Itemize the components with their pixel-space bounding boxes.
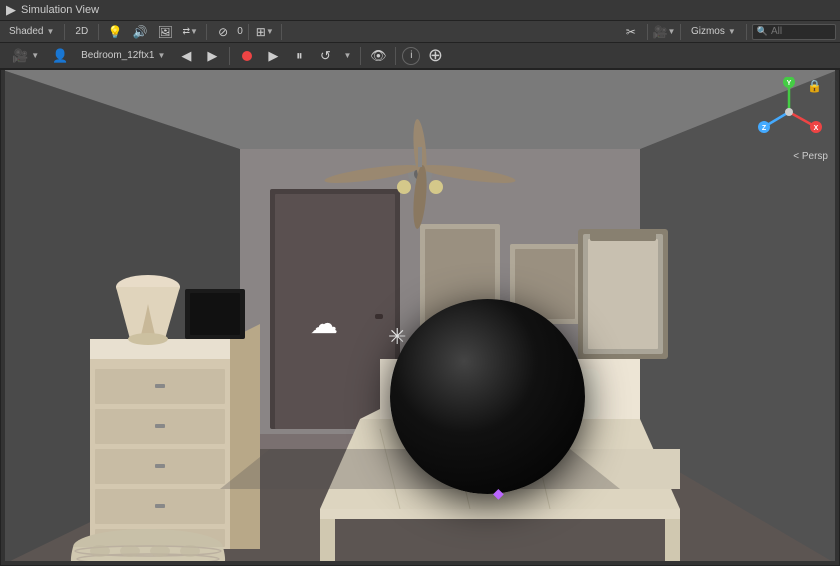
scene-name-label: Bedroom_12ftx1 — [81, 50, 154, 61]
gizmo-svg: Y X Z — [754, 77, 824, 147]
search-icon: 🔍 — [757, 26, 768, 37]
lighting-icon[interactable]: 💡 — [104, 23, 126, 41]
toolbar-sep-7 — [680, 24, 681, 40]
scene-dropdown[interactable]: Bedroom_12ftx1 ▼ — [75, 46, 171, 66]
playbar: 🎥 ▼ 👤 Bedroom_12ftx1 ▼ ◀ ▶ ▶ ⏸ ↺ ▼ 👁 i ⊕ — [0, 43, 840, 69]
toolbar-sep-6 — [647, 24, 648, 40]
svg-text:Z: Z — [762, 125, 767, 132]
scene-arrow-icon: ▼ — [158, 51, 166, 60]
gizmos-arrow-icon: ▼ — [728, 27, 736, 36]
gizmos-label: Gizmos — [691, 26, 725, 37]
orientation-gizmo[interactable]: Y X Z — [754, 77, 824, 147]
viewport: ☁ ✳ ◆ 🔒 Y X Z < Persp — [0, 69, 840, 566]
search-box[interactable]: 🔍 — [752, 24, 836, 40]
window-title: Simulation View — [21, 4, 99, 16]
visibility-btn[interactable]: 👁 — [367, 46, 389, 66]
toolbar-sep-3 — [206, 24, 207, 40]
gizmos-dropdown[interactable]: Gizmos ▼ — [686, 23, 741, 41]
pause-btn[interactable]: ⏸ — [288, 46, 310, 66]
record-btn[interactable] — [236, 46, 258, 66]
cloud-scene-icon: ☁ — [310, 307, 338, 340]
search-input[interactable] — [771, 26, 831, 37]
toolbar-sep-1 — [64, 24, 65, 40]
playbar-sep-2 — [360, 47, 361, 65]
play-btn[interactable]: ▶ — [262, 46, 284, 66]
camera-view-icon: 🎥 — [12, 48, 28, 64]
scene-svg — [0, 69, 840, 566]
avatar-icon-btn[interactable]: 👤 — [49, 46, 71, 66]
selection-diamond-icon: ◆ — [493, 485, 504, 502]
prev-scene-btn[interactable]: ◀ — [175, 46, 197, 66]
hidden-objects-icon[interactable]: ⊘ — [212, 23, 234, 41]
svg-text:X: X — [814, 125, 819, 132]
audio-icon[interactable]: 🔊 — [129, 23, 151, 41]
info-btn[interactable]: i — [402, 47, 420, 65]
camera-view-dropdown[interactable]: 🎥 ▼ — [6, 46, 45, 66]
playbar-sep-3 — [395, 47, 396, 65]
shading-label: Shaded — [9, 26, 43, 37]
add-gizmo-btn[interactable]: ⊕ — [424, 46, 446, 66]
camera-view-arrow: ▼ — [31, 51, 39, 60]
toolbar-sep-8 — [746, 24, 747, 40]
toolbar-sep-2 — [98, 24, 99, 40]
playback-dropdown-arrow[interactable]: ▼ — [340, 46, 354, 66]
camera-dropdown[interactable]: 🎥▼ — [653, 23, 675, 41]
avatar-icon: 👤 — [52, 48, 68, 64]
grid-dropdown[interactable]: ⊞▼ — [254, 23, 276, 41]
toolbar-sep-4 — [248, 24, 249, 40]
top-toolbar: Shaded ▼ 2D 💡 🔊 🖼 ⇄▼ ⊘ 0 ⊞▼ ✂ 🎥▼ Gizmos … — [0, 21, 840, 43]
transform-icon[interactable]: ✂ — [620, 23, 642, 41]
effects-icon[interactable]: 🖼 — [154, 23, 176, 41]
next-scene-btn[interactable]: ▶ — [201, 46, 223, 66]
toolbar-sep-5 — [281, 24, 282, 40]
svg-text:Y: Y — [787, 80, 792, 87]
perspective-label: < Persp — [793, 151, 828, 162]
playbar-sep-1 — [229, 47, 230, 65]
black-sphere-object[interactable] — [390, 299, 585, 494]
shading-dropdown[interactable]: Shaded ▼ — [4, 23, 59, 41]
2d-toggle[interactable]: 2D — [70, 23, 93, 41]
step-btn[interactable]: ↺ — [314, 46, 336, 66]
unity-logo-icon: ▶ — [6, 2, 16, 18]
scene-effects-dropdown[interactable]: ⇄▼ — [179, 23, 201, 41]
title-bar: ▶ Simulation View — [0, 0, 840, 21]
shading-arrow-icon: ▼ — [46, 27, 54, 36]
